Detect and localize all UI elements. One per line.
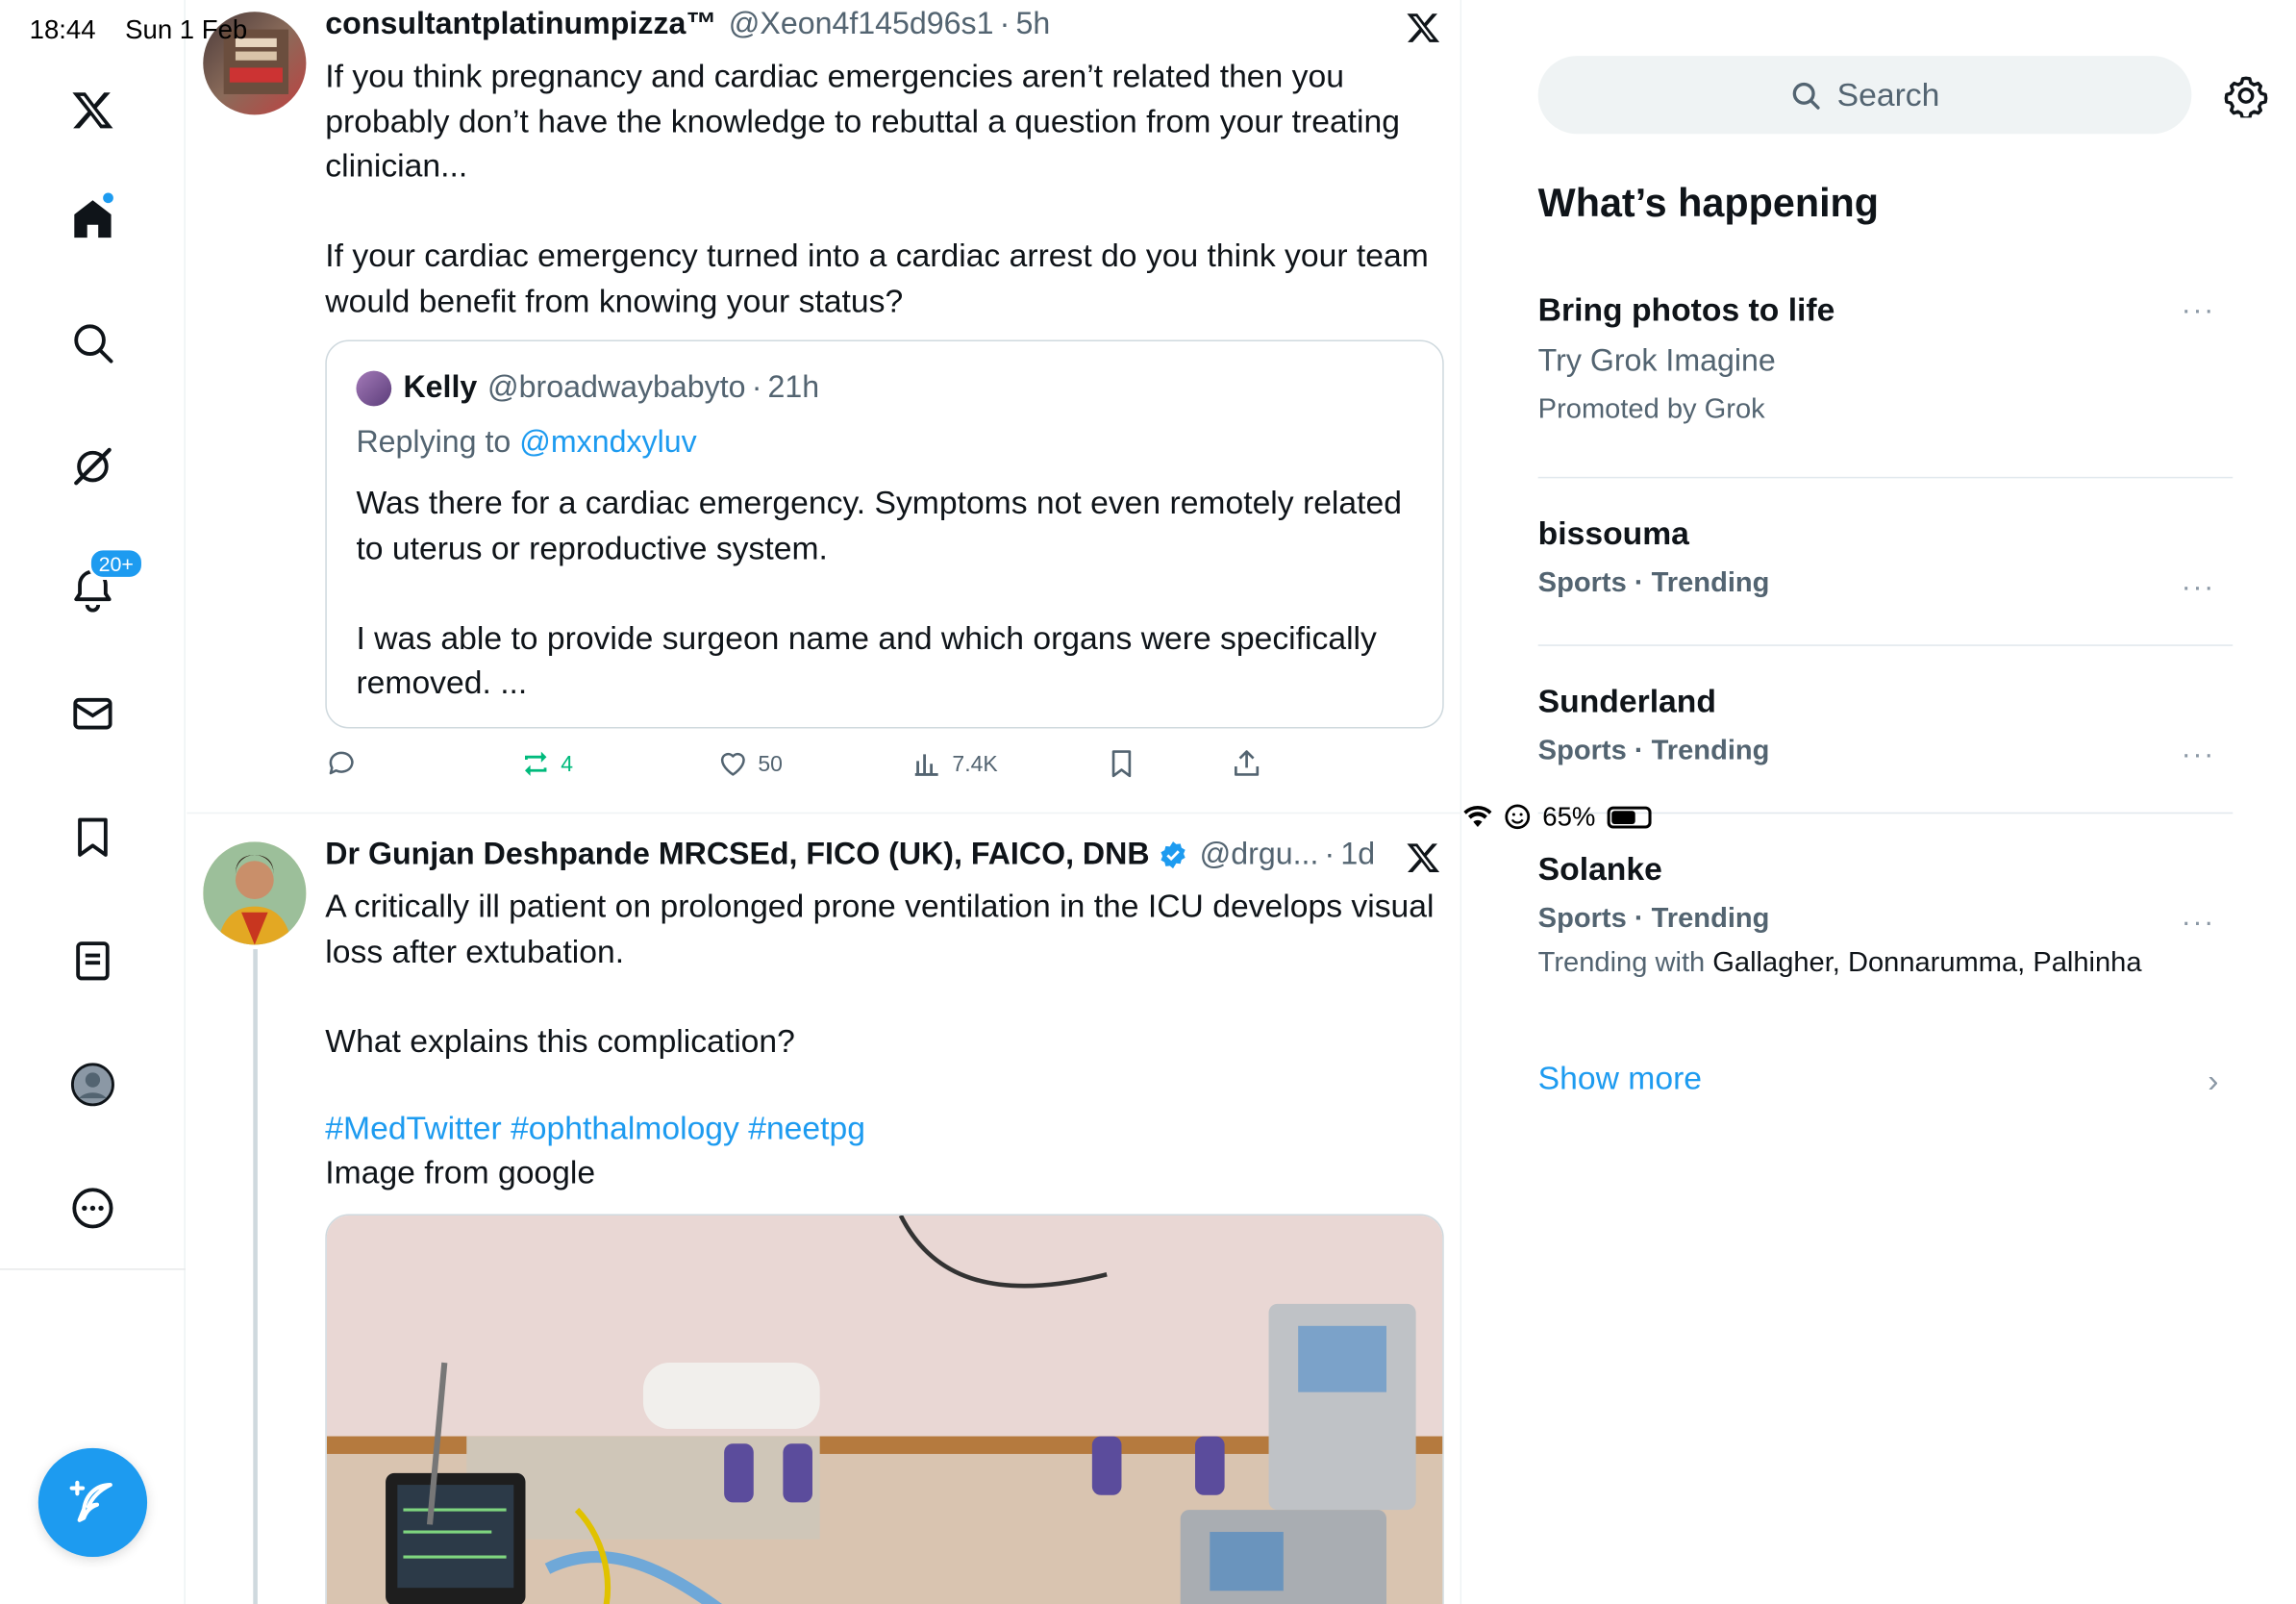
quote-author-handle[interactable]: @broadwaybabyto — [487, 371, 746, 407]
tweet-text: A critically ill patient on prolonged pr… — [325, 887, 1435, 1060]
tweet-hashtags[interactable]: #MedTwitter #ophthalmology #neetpg — [325, 1107, 1443, 1152]
time-separator: · — [1324, 837, 1335, 871]
avatar[interactable] — [203, 841, 307, 945]
bookmarks-icon[interactable] — [56, 800, 130, 874]
reply-button[interactable] — [325, 747, 358, 780]
notifications-badge: 20+ — [87, 547, 144, 580]
tweet-caption: Image from google — [325, 1153, 596, 1191]
home-icon[interactable] — [56, 183, 130, 257]
battery-icon — [1607, 805, 1652, 828]
share-button[interactable] — [1231, 747, 1263, 780]
retweet-count: 4 — [561, 751, 574, 777]
nav-divider — [0, 1268, 186, 1270]
quote-author-name[interactable]: Kelly — [403, 371, 477, 407]
replying-to: Replying to @mxndxyluv — [356, 425, 696, 461]
thread-line — [253, 949, 258, 1604]
verified-badge-icon — [1160, 841, 1185, 869]
quote-text: Was there for a cardiac emergency. Sympt… — [356, 484, 1402, 701]
status-date: Sun 1 Feb — [125, 14, 248, 44]
views-button[interactable]: 7.4K — [911, 747, 998, 780]
icu-room-photo — [326, 1216, 1443, 1604]
views-count: 7.4K — [952, 751, 998, 777]
quoted-tweet[interactable]: Kelly @broadwaybabyto · 21h Replying to … — [325, 339, 1444, 729]
time-separator: · — [751, 370, 762, 405]
tweet[interactable]: Dr Gunjan Deshpande MRCSEd, FICO (UK), F… — [187, 814, 1461, 1604]
reply-icon — [329, 751, 354, 775]
notifications-icon[interactable]: 20+ — [56, 547, 144, 627]
home-unread-dot — [101, 190, 115, 205]
search-icon[interactable] — [56, 306, 130, 380]
quote-time: 21h — [767, 370, 820, 405]
battery-percent: 65% — [1542, 801, 1596, 831]
tweet-actions: 4 50 7.4K — [325, 747, 1443, 786]
status-bar: 18:44 Sun 1 Feb 65% — [0, 12, 2296, 831]
replying-prefix: Replying to — [356, 425, 512, 460]
compose-feather-icon — [69, 1480, 112, 1522]
author-name[interactable]: Dr Gunjan Deshpande MRCSEd, FICO (UK), F… — [325, 838, 1149, 873]
retweet-icon — [524, 751, 547, 776]
quote-header: Kelly @broadwaybabyto · 21h — [356, 370, 820, 407]
status-right: 65% — [1463, 14, 2296, 1604]
share-icon — [1235, 750, 1260, 776]
bookmark-button[interactable] — [1106, 747, 1138, 780]
tweet[interactable]: consultantplatinumpizza™ @Xeon4f145d96s1… — [187, 0, 1461, 813]
x-logo-icon — [1407, 843, 1440, 873]
tweet-image[interactable] — [325, 1214, 1444, 1604]
bookmark-icon — [1111, 750, 1132, 778]
views-icon — [914, 754, 938, 776]
main-feed: consultantplatinumpizza™ @Xeon4f145d96s1… — [187, 0, 1462, 1604]
compose-button[interactable] — [37, 1447, 148, 1558]
like-count: 50 — [758, 751, 783, 777]
like-button[interactable]: 50 — [716, 747, 783, 780]
replying-to-handle[interactable]: @mxndxyluv — [519, 425, 696, 459]
grok-icon[interactable] — [56, 430, 130, 504]
author-handle[interactable]: @drgu... — [1200, 838, 1319, 873]
more-icon[interactable] — [56, 1171, 130, 1245]
retweet-button[interactable]: 4 — [519, 747, 573, 780]
tweet-time[interactable]: 1d — [1340, 838, 1375, 873]
heart-icon — [720, 752, 745, 776]
avatar-image — [203, 841, 307, 945]
messages-icon[interactable] — [56, 677, 130, 751]
status-time: 18:44 — [29, 14, 96, 44]
profile-avatar-icon[interactable] — [56, 1048, 130, 1122]
lists-icon[interactable] — [56, 924, 130, 998]
wifi-icon — [1463, 805, 1492, 828]
quote-avatar[interactable] — [356, 370, 392, 407]
focus-icon — [1505, 804, 1531, 830]
left-nav: 20+ — [0, 0, 186, 1604]
tweet-text: If you think pregnancy and cardiac emerg… — [325, 57, 1429, 319]
x-logo-icon[interactable] — [56, 74, 130, 148]
tweet-header: Dr Gunjan Deshpande MRCSEd, FICO (UK), F… — [325, 838, 1375, 873]
